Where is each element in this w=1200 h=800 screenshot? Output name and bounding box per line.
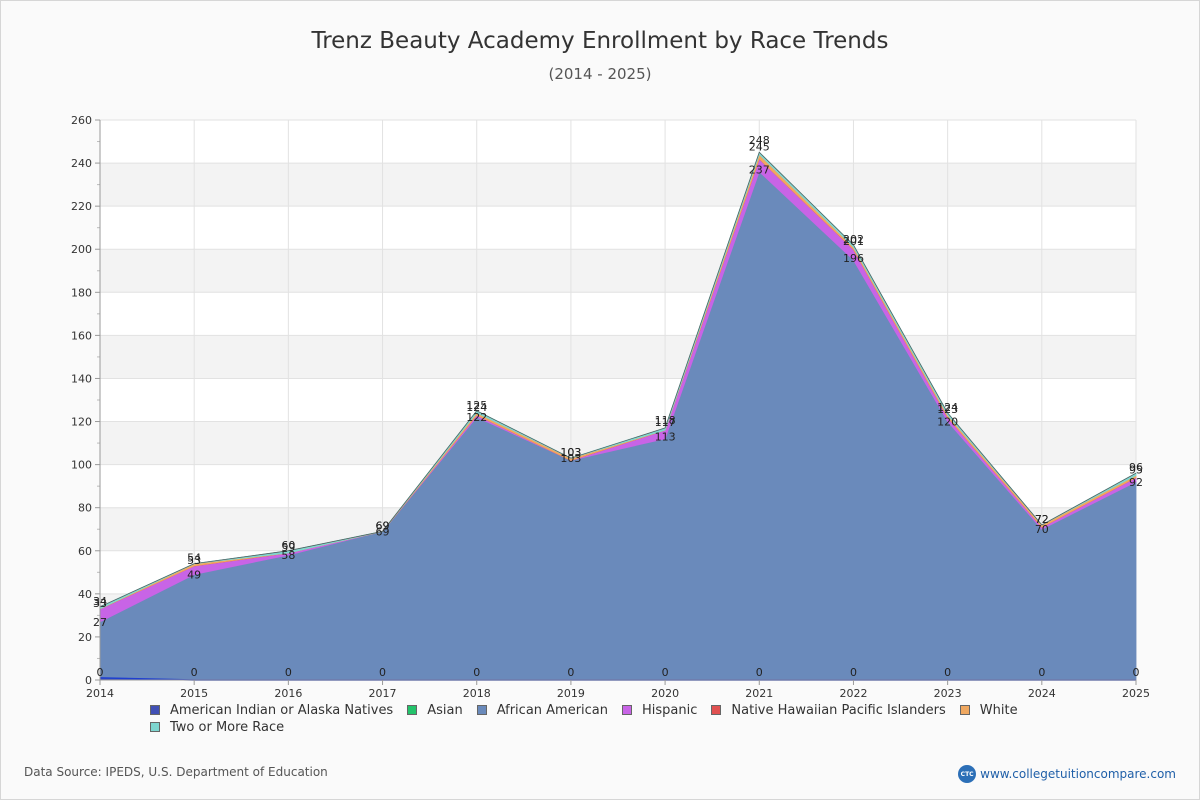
data-label-bottom: 0 <box>567 666 574 679</box>
y-tick-label: 60 <box>78 545 92 558</box>
legend-swatch <box>150 722 160 732</box>
legend-item[interactable]: African American <box>476 702 609 718</box>
x-tick-label: 2025 <box>1122 687 1150 700</box>
data-label-lower: 113 <box>655 431 676 444</box>
data-label-top: 248 <box>749 134 770 147</box>
legend-swatch <box>959 705 970 715</box>
x-tick-label: 2015 <box>180 687 208 700</box>
x-tick-label: 2018 <box>463 687 491 700</box>
x-tick-label: 2019 <box>557 687 585 700</box>
legend-label: Native Hawaiian Pacific Islanders <box>731 702 946 718</box>
data-label-top: 34 <box>93 595 107 608</box>
legend-item[interactable]: White <box>959 702 1018 718</box>
x-tick-label: 2017 <box>369 687 397 700</box>
data-label-bottom: 0 <box>1038 666 1045 679</box>
data-label-bottom: 0 <box>191 666 198 679</box>
legend-label: African American <box>496 702 609 718</box>
y-tick-label: 200 <box>71 243 92 256</box>
data-source-note: Data Source: IPEDS, U.S. Department of E… <box>24 765 328 779</box>
data-label-bottom: 0 <box>662 666 669 679</box>
chart-title: Trenz Beauty Academy Enrollment by Race … <box>311 28 889 54</box>
y-tick-label: 100 <box>71 459 92 472</box>
y-tick-label: 40 <box>78 588 92 601</box>
legend-swatch <box>711 705 722 715</box>
data-label-top: 124 <box>937 401 958 414</box>
x-tick-label: 2020 <box>651 687 679 700</box>
y-tick-label: 140 <box>71 372 92 385</box>
y-tick-label: 180 <box>71 286 92 299</box>
data-label-top: 60 <box>281 539 295 552</box>
brand-link[interactable]: CTC www.collegetuitioncompare.com <box>958 765 1176 783</box>
data-label-top: 118 <box>655 414 676 427</box>
brand-logo-icon: CTC <box>958 765 977 783</box>
legend-swatch <box>407 705 418 715</box>
x-tick-label: 2014 <box>86 687 114 700</box>
data-label-lower: 27 <box>93 616 107 629</box>
legend-label: Asian <box>427 702 463 718</box>
x-tick-label: 2021 <box>745 687 773 700</box>
data-label-bottom: 0 <box>756 666 763 679</box>
x-tick-label: 2022 <box>839 687 867 700</box>
x-tick-label: 2023 <box>934 687 962 700</box>
legend-swatch <box>622 705 633 715</box>
data-label-top: 69 <box>376 519 390 532</box>
x-tick-label: 2024 <box>1028 687 1056 700</box>
y-tick-label: 120 <box>71 416 92 429</box>
legend-item[interactable]: Two or More Race <box>150 719 284 735</box>
data-label-bottom: 0 <box>97 666 104 679</box>
y-tick-label: 0 <box>85 674 92 687</box>
data-label-bottom: 0 <box>850 666 857 679</box>
data-label-lower: 196 <box>843 252 864 265</box>
y-tick-label: 160 <box>71 329 92 342</box>
y-tick-label: 20 <box>78 631 92 644</box>
legend-item[interactable]: Asian <box>407 702 463 718</box>
grid-band <box>100 335 1136 379</box>
brand-url: www.collegetuitioncompare.com <box>980 767 1176 781</box>
x-tick-label: 2016 <box>274 687 302 700</box>
legend-item[interactable]: Hispanic <box>622 702 697 718</box>
data-label-top: 103 <box>560 446 581 459</box>
data-label-bottom: 0 <box>285 666 292 679</box>
legend: American Indian or Alaska Natives Asian Af… <box>150 702 1070 735</box>
chart-subtitle: (2014 - 2025) <box>548 65 651 83</box>
data-label-lower: 92 <box>1129 476 1143 489</box>
chart: Trenz Beauty Academy Enrollment by Race … <box>71 28 1150 700</box>
grid-band <box>100 163 1136 207</box>
y-tick-label: 80 <box>78 502 92 515</box>
data-label-lower: 237 <box>749 164 770 177</box>
y-tick-label: 220 <box>71 200 92 213</box>
data-label-bottom: 0 <box>1133 666 1140 679</box>
legend-label: White <box>979 702 1018 718</box>
legend-label: Two or More Race <box>170 719 285 735</box>
legend-label: American Indian or Alaska Natives <box>170 702 394 718</box>
data-label-bottom: 0 <box>944 666 951 679</box>
data-label-top: 96 <box>1129 461 1143 474</box>
data-label-top: 202 <box>843 233 864 246</box>
data-label-bottom: 0 <box>473 666 480 679</box>
legend-item[interactable]: Native Hawaiian Pacific Islanders <box>711 702 946 718</box>
data-label-lower: 49 <box>187 568 201 581</box>
legend-swatch <box>150 705 160 715</box>
legend-label: Hispanic <box>642 702 698 718</box>
grid-band <box>100 249 1136 293</box>
y-tick-label: 260 <box>71 114 92 127</box>
data-label-top: 125 <box>466 399 487 412</box>
data-label-bottom: 0 <box>379 666 386 679</box>
data-label-top: 54 <box>187 552 201 565</box>
y-tick-label: 240 <box>71 157 92 170</box>
legend-swatch <box>476 705 487 715</box>
legend-item[interactable]: American Indian or Alaska Natives <box>150 702 393 718</box>
data-label-lower: 120 <box>937 416 958 429</box>
data-label-top: 72 <box>1035 513 1049 526</box>
